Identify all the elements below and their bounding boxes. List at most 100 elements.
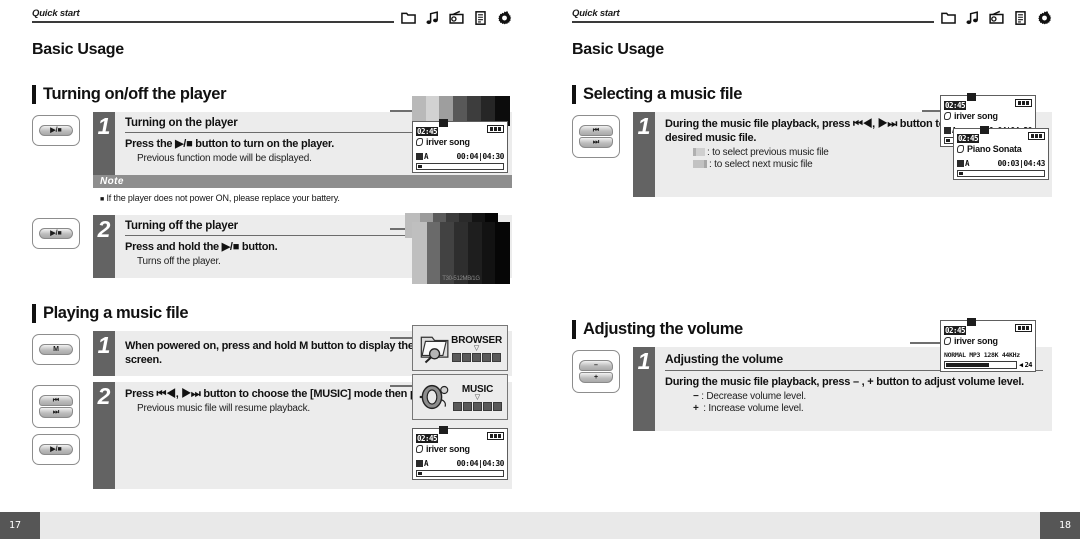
repeat-icon xyxy=(416,460,423,467)
folder-icon xyxy=(941,12,956,24)
lcd-repeat-group: A xyxy=(416,152,429,161)
lcd-time: 00:04|04:30 xyxy=(456,459,505,468)
section-title: Playing a music file xyxy=(43,304,189,322)
step-number: 1 xyxy=(633,112,655,197)
lcd-song-row: iriver song xyxy=(416,137,504,147)
lcd-time: 00:04|04:30 xyxy=(456,152,505,161)
play-stop-pill-3: ▶/■ xyxy=(39,444,73,455)
play-stop-button-key[interactable]: ▶/■ xyxy=(32,115,80,146)
battery-icon xyxy=(1028,131,1045,140)
section-accent-bar xyxy=(572,320,576,339)
lcd-repeat-mode: A xyxy=(424,152,429,161)
music-note-icon xyxy=(416,445,423,453)
lcd-clock: 02:45 xyxy=(416,434,439,443)
volume-down-pill: – xyxy=(579,360,613,371)
lcd-status-bar: 02:45 xyxy=(416,119,504,136)
mode-button-key[interactable]: M xyxy=(32,334,80,365)
step-number: 2 xyxy=(93,215,115,278)
callout-leader-1 xyxy=(390,110,412,112)
prev-track-pill: ⏮ xyxy=(39,395,73,406)
volume-button-key[interactable]: – + xyxy=(572,350,620,393)
lcd-song-title: iriver song xyxy=(426,444,470,454)
tile-music: MUSIC ▽ xyxy=(412,374,508,420)
page-title: Basic Usage xyxy=(572,41,664,58)
tile-mode-icons xyxy=(451,352,502,362)
headphones-icon xyxy=(419,384,449,410)
header-icon-row xyxy=(941,10,1052,26)
next-track-pill: ⏭ xyxy=(39,407,73,418)
lcd-progress-bar xyxy=(416,163,504,170)
battery-icon xyxy=(487,124,504,133)
repeat-icon xyxy=(944,127,951,134)
track-skip-button-key[interactable]: ⏮ ⏭ xyxy=(32,385,80,428)
lcd-repeat-mode: A xyxy=(965,159,970,168)
device-photo-caption: T30-512MB/1G xyxy=(442,276,480,282)
prev-track-pill: ⏮ xyxy=(579,125,613,136)
note-bullet-icon: ■ xyxy=(100,196,105,203)
step-number: 2 xyxy=(93,382,115,489)
section-title: Selecting a music file xyxy=(583,85,743,103)
music-note-icon xyxy=(944,337,951,345)
battery-icon xyxy=(487,431,504,440)
music-note-icon xyxy=(416,138,423,146)
plus-icon: + xyxy=(693,403,699,414)
play-stop-button-key-2[interactable]: ▶/■ xyxy=(32,218,80,249)
step-number: 1 xyxy=(93,112,115,175)
left-page-header: Quick start xyxy=(32,8,512,38)
lcd-music-resume: 02:45 iriver song A 00:04|04:30 xyxy=(412,426,508,480)
track-skip-button-key[interactable]: ⏮ ⏭ xyxy=(572,115,620,158)
section-title: Adjusting the volume xyxy=(583,320,743,338)
lcd-clock-group: 02:45 xyxy=(957,126,990,145)
music-note-icon xyxy=(957,145,964,153)
header-divider xyxy=(32,21,394,23)
device-photo-3 xyxy=(412,222,510,284)
folder-icon xyxy=(401,12,416,24)
lcd-song-title: iriver song xyxy=(954,336,998,346)
lcd-clock-group: 02:45 xyxy=(944,318,977,337)
header-icon-row xyxy=(401,10,512,26)
lcd-volume: 02:45 iriver song NORMAL MP3 128K 44KHz … xyxy=(940,318,1036,372)
lcd-repeat-group: A xyxy=(416,459,429,468)
play-stop-pill: ▶/■ xyxy=(39,125,73,136)
tile-browser: BROWSER ▽ xyxy=(412,325,508,371)
play-stop-pill-2: ▶/■ xyxy=(39,228,73,239)
battery-icon xyxy=(1015,98,1032,107)
folder-magnifier-icon xyxy=(420,336,449,364)
repeat-icon xyxy=(416,153,423,160)
play-stop-button-key-3[interactable]: ▶/■ xyxy=(32,434,80,465)
battery-icon xyxy=(1015,323,1032,332)
sub-item-next-text: : to select next music file xyxy=(709,159,813,170)
lcd-clock: 02:45 xyxy=(944,101,967,110)
volume-value: 24 xyxy=(1024,361,1033,369)
lcd-time: 00:03|04:43 xyxy=(997,159,1046,168)
note-band-label: Note xyxy=(93,175,512,188)
fm-radio-icon xyxy=(989,10,1004,24)
sub-item-prev-text: : to select previous music file xyxy=(707,147,829,158)
step-number: 1 xyxy=(93,331,115,376)
lcd-mode-icon xyxy=(967,93,977,101)
music-note-icon xyxy=(966,11,978,25)
lcd-progress-bar xyxy=(416,470,504,477)
sub-item-plus: + : Increase volume level. xyxy=(693,402,1043,416)
repeat-icon xyxy=(957,160,964,167)
page-title: Basic Usage xyxy=(32,41,124,58)
lcd-clock-group: 02:45 xyxy=(944,93,977,112)
callout-leader-3 xyxy=(390,337,412,339)
music-note-icon xyxy=(426,11,438,25)
section-playing-music: Playing a music file xyxy=(32,304,512,323)
lcd-mode-icon xyxy=(980,126,990,134)
next-track-pill: ⏭ xyxy=(579,137,613,148)
section-accent-bar xyxy=(32,304,36,323)
lcd-repeat-group: A xyxy=(957,159,970,168)
lcd-clock-group: 02:45 xyxy=(416,119,449,138)
lcd-progress-bar xyxy=(957,170,1045,177)
lcd-song-row: iriver song xyxy=(416,444,504,454)
lcd-song-title: iriver song xyxy=(426,137,470,147)
lcd-volume-row: ◀ 24 xyxy=(944,361,1033,369)
lcd-info-row: A 00:03|04:43 xyxy=(957,159,1046,168)
minus-icon: − xyxy=(693,391,699,402)
right-page-header: Quick start xyxy=(572,8,1052,38)
lcd-mode-icon xyxy=(967,318,977,326)
sub-item-minus-text: : Decrease volume level. xyxy=(701,391,806,402)
lcd-info-row: A 00:04|04:30 xyxy=(416,152,505,161)
